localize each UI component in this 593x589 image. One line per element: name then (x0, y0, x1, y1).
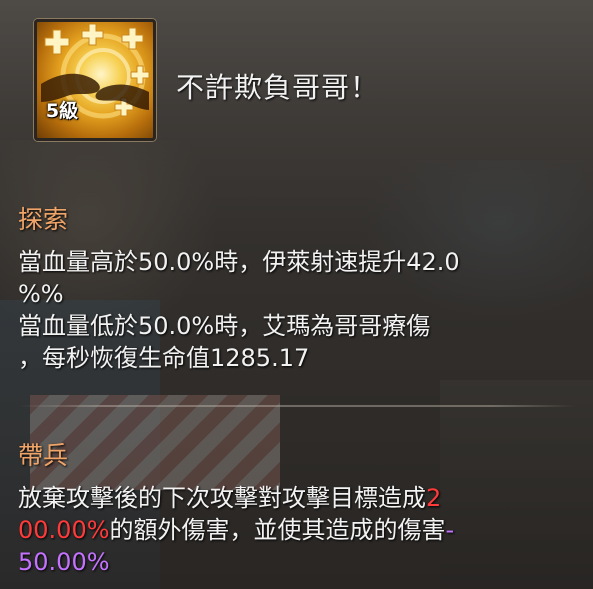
troop-description: 放棄攻擊後的下次攻擊對攻擊目標造成2 00.00%的額外傷害，並使其造成的傷害-… (18, 482, 578, 578)
damage-reduction-value: 50.00% (18, 548, 110, 576)
section-title-explore: 探索 (18, 205, 69, 234)
description-text: 放棄攻擊後的下次攻擊對攻擊目標造成 (18, 484, 426, 512)
description-line: ，每秒恢復生命值1285.17 (18, 344, 310, 372)
skill-tooltip: 5級 不許欺負哥哥！ 探索 當血量高於50.0%時，伊萊射速提升42.0 %% … (0, 0, 593, 589)
description-text: 的額外傷害，並使其造成的傷害 (109, 516, 446, 544)
explore-description: 當血量高於50.0%時，伊萊射速提升42.0 %% 當血量低於50.0%時，艾瑪… (18, 246, 578, 374)
description-line: 放棄攻擊後的下次攻擊對攻擊目標造成2 (18, 482, 578, 514)
description-line: %% (18, 280, 64, 308)
skill-name: 不許欺負哥哥！ (176, 71, 380, 104)
healing-handshake-icon (34, 19, 156, 141)
description-line: 50.00% (18, 546, 578, 578)
section-title-troop: 帶兵 (18, 441, 69, 470)
skill-level-badge: 5級 (45, 100, 79, 122)
divider (20, 405, 575, 407)
bonus-damage-value: 2 (426, 484, 442, 512)
description-line: 00.00%的額外傷害，並使其造成的傷害- (18, 514, 578, 546)
bonus-damage-value: 00.00% (18, 516, 110, 544)
description-line: 當血量高於50.0%時，伊萊射速提升42.0 (18, 248, 460, 276)
damage-reduction-value: - (445, 516, 455, 544)
description-line: 當血量低於50.0%時，艾瑪為哥哥療傷 (18, 312, 431, 340)
